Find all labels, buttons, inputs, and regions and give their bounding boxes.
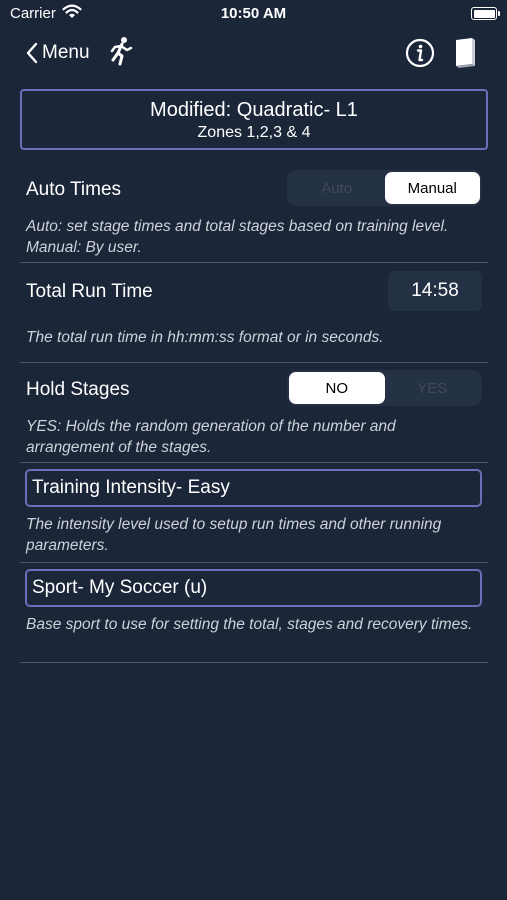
divider	[20, 362, 488, 363]
program-header: Modified: Quadratic- L1 Zones 1,2,3 & 4	[20, 89, 488, 150]
training-intensity-row: The intensity level used to setup run ti…	[20, 514, 488, 562]
runner-icon[interactable]	[107, 36, 133, 66]
auto-times-segmented-control[interactable]: Auto Manual	[287, 170, 482, 206]
training-intensity-select[interactable]: Training Intensity- Easy	[25, 469, 482, 507]
status-bar: Carrier 10:50 AM	[0, 0, 507, 28]
hold-stages-row: Hold Stages NO YES YES: Holds the random…	[20, 370, 488, 462]
back-button-label: Menu	[42, 42, 90, 63]
total-run-time-label: Total Run Time	[26, 281, 153, 302]
auto-times-label: Auto Times	[26, 179, 122, 200]
auto-times-row: Auto Times Auto Manual Auto: set stage t…	[20, 170, 488, 262]
total-run-time-description: The total run time in hh:mm:ss format or…	[26, 329, 384, 346]
training-intensity-description: The intensity level used to setup run ti…	[26, 516, 442, 554]
book-icon[interactable]	[452, 36, 478, 68]
total-run-time-input[interactable]: 14:58	[388, 271, 482, 311]
sport-select[interactable]: Sport- My Soccer (u)	[25, 569, 482, 607]
sport-row: Base sport to use for setting the total,…	[20, 614, 488, 662]
divider	[20, 562, 488, 563]
program-subtitle: Zones 1,2,3 & 4	[197, 124, 311, 141]
sport-description: Base sport to use for setting the total,…	[26, 616, 473, 633]
status-time: 10:50 AM	[220, 5, 287, 22]
hold-stages-label: Hold Stages	[26, 379, 130, 400]
hold-stages-description: YES: Holds the random generation of the …	[26, 418, 396, 456]
nav-bar: Menu	[0, 28, 507, 82]
divider	[20, 662, 488, 663]
hold-stages-segmented-control[interactable]: NO YES	[287, 370, 482, 406]
hold-stages-option-yes[interactable]: YES	[385, 372, 481, 404]
back-button[interactable]: Menu	[24, 38, 90, 68]
program-title: Modified: Quadratic- L1	[150, 99, 358, 121]
hold-stages-option-no[interactable]: NO	[289, 372, 385, 404]
divider	[20, 262, 488, 263]
auto-times-description: Auto: set stage times and total stages b…	[26, 218, 449, 256]
auto-times-option-auto[interactable]: Auto	[289, 172, 385, 204]
chevron-left-icon	[26, 42, 38, 64]
auto-times-option-manual[interactable]: Manual	[384, 172, 480, 204]
divider	[20, 462, 488, 463]
info-icon[interactable]	[405, 38, 435, 68]
battery-icon	[471, 7, 500, 20]
